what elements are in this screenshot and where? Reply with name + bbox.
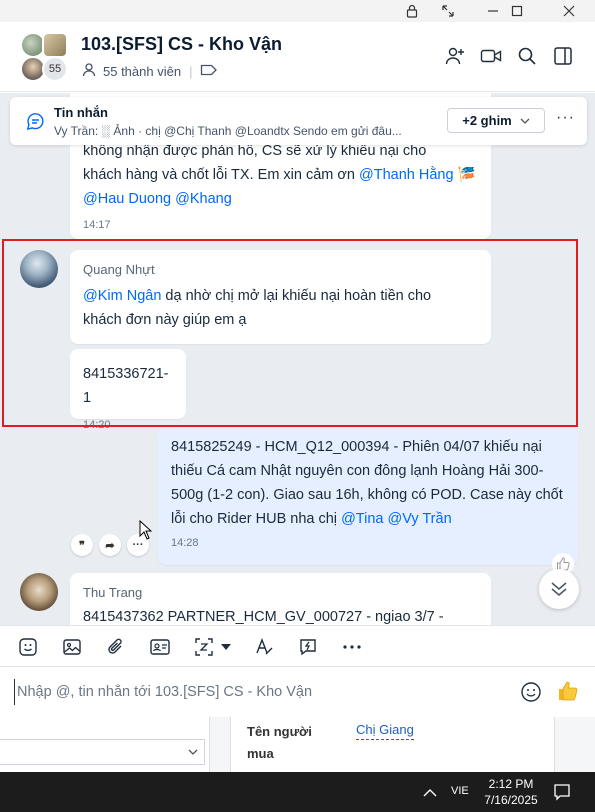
- selection-highlight: [2, 239, 578, 427]
- sticker-icon[interactable]: [17, 636, 39, 658]
- message-text: 8415825249 - HCM_Q12_000394 - Phiên 04/0…: [171, 439, 542, 455]
- mention-link[interactable]: @Thanh Hằng: [359, 167, 454, 183]
- chevron-down-icon: [188, 749, 198, 755]
- caret-down-icon[interactable]: [219, 636, 233, 658]
- chat-bubble-icon: [26, 112, 45, 136]
- message-text: @Hau Duong @Khang: [83, 187, 478, 211]
- message-text: 500g (1-2 con). Giao sau 16h, không có P…: [171, 487, 563, 503]
- message-bubble[interactable]: Thu Trang 8415437362 PARTNER_HCM_GV_0007…: [70, 573, 491, 625]
- mouse-cursor-icon: [139, 519, 153, 545]
- pins-count-label: +2 ghim: [462, 113, 512, 128]
- member-avatar: [42, 32, 68, 58]
- notification-icon[interactable]: [553, 783, 571, 806]
- order-details-panel: Tên người mua Chị Giang: [230, 717, 555, 772]
- quote-icon[interactable]: ❞: [71, 534, 93, 556]
- clock-time: 2:12 PM: [488, 777, 534, 791]
- image-icon[interactable]: [61, 636, 83, 658]
- group-title: 103.[SFS] CS - Kho Vận: [81, 34, 283, 54]
- clock-date: 7/16/2025: [484, 793, 538, 807]
- composer-toolbar: [0, 625, 595, 667]
- member-count[interactable]: 55 thành viên: [103, 64, 181, 79]
- contact-card-icon[interactable]: [149, 636, 171, 658]
- member-icon: [81, 62, 97, 81]
- message-text-segment: khách hàng và chốt lỗi TX. Em xin cảm ơn: [83, 167, 360, 183]
- emoji-icon[interactable]: [520, 681, 542, 708]
- message-text: khách hàng và chốt lỗi TX. Em xin cảm ơn…: [83, 163, 478, 187]
- message-text: 8415437362 PARTNER_HCM_GV_000727 - ngiao…: [83, 609, 444, 625]
- member-count-badge: 55: [42, 56, 68, 82]
- side-panel-icon[interactable]: [550, 44, 576, 68]
- message-text-segment: lỗi cho Rider HUB nha chị: [171, 511, 342, 527]
- mention-link[interactable]: @Tina: [341, 511, 383, 527]
- sender-name[interactable]: Thu Trang: [83, 583, 478, 603]
- avatar[interactable]: [20, 573, 58, 611]
- chat-header: 55 103.[SFS] CS - Kho Vận 55 thành viên …: [0, 22, 595, 92]
- more-tools-icon[interactable]: [341, 636, 363, 658]
- message-list[interactable]: không nhận được phản hồ, CS sẽ xử lý khi…: [0, 93, 595, 625]
- message-time: 14:28: [171, 537, 199, 549]
- mention-link[interactable]: @Vy Trần: [387, 511, 451, 527]
- chevron-down-icon: [520, 118, 530, 124]
- message-text: thiếu Cá cam Nhật nguyên con đông lạnh H…: [171, 463, 544, 479]
- more-options-icon[interactable]: ···: [556, 109, 575, 127]
- buyer-name-label: Tên người mua: [247, 724, 312, 761]
- background-window: Tên người mua Chị Giang: [0, 717, 595, 772]
- own-message-bubble[interactable]: 8415825249 - HCM_Q12_000394 - Phiên 04/0…: [158, 428, 578, 565]
- close-button[interactable]: [546, 0, 592, 22]
- tag-icon[interactable]: [200, 63, 218, 80]
- double-chevron-down-icon: [551, 582, 567, 597]
- language-indicator[interactable]: VIE: [451, 785, 469, 797]
- search-icon[interactable]: [514, 44, 540, 68]
- mention-link[interactable]: @Hau Duong: [83, 191, 171, 207]
- window-titlebar: [0, 0, 595, 22]
- message-composer: [0, 667, 595, 717]
- maximize-button[interactable]: [494, 0, 540, 22]
- quick-message-icon[interactable]: [297, 636, 319, 658]
- group-avatar[interactable]: 55: [20, 32, 72, 82]
- pinned-messages-bar[interactable]: Tin nhắn Vy Trần: ░ Ảnh · chị @Chị Thanh…: [10, 97, 587, 145]
- buyer-name-value[interactable]: Chị Giang: [356, 721, 414, 740]
- message-time: 14:17: [83, 219, 111, 231]
- pinned-preview: Vy Trần: ░ Ảnh · chị @Chị Thanh @Loandtx…: [54, 124, 402, 138]
- emoji: 🎏: [457, 167, 476, 183]
- pins-dropdown-button[interactable]: +2 ghim: [447, 108, 545, 133]
- mention-link[interactable]: @Khang: [175, 191, 232, 207]
- restore-icon[interactable]: [425, 0, 471, 22]
- chevron-up-icon[interactable]: [423, 785, 437, 803]
- scroll-to-bottom-button[interactable]: [539, 569, 579, 609]
- message-input[interactable]: [14, 679, 494, 705]
- pinned-title: Tin nhắn: [54, 105, 108, 120]
- clock[interactable]: 2:12 PM 7/16/2025: [480, 776, 542, 808]
- message-actions: ❞ ➦ ···: [71, 534, 149, 556]
- forward-icon[interactable]: ➦: [99, 534, 121, 556]
- add-member-icon[interactable]: [442, 44, 468, 68]
- quick-like-button[interactable]: [556, 679, 580, 708]
- group-subtitle: 55 thành viên |: [81, 62, 218, 81]
- background-panel: [0, 717, 210, 772]
- screenshot-icon[interactable]: [193, 636, 215, 658]
- video-call-icon[interactable]: [478, 44, 504, 68]
- windows-taskbar: VIE 2:12 PM 7/16/2025: [0, 772, 595, 812]
- text-format-icon[interactable]: [253, 636, 275, 658]
- attachment-icon[interactable]: [105, 636, 127, 658]
- background-select[interactable]: [0, 739, 205, 765]
- divider: |: [189, 64, 193, 79]
- message-text: lỗi cho Rider HUB nha chị @Tina @Vy Trần: [171, 507, 565, 531]
